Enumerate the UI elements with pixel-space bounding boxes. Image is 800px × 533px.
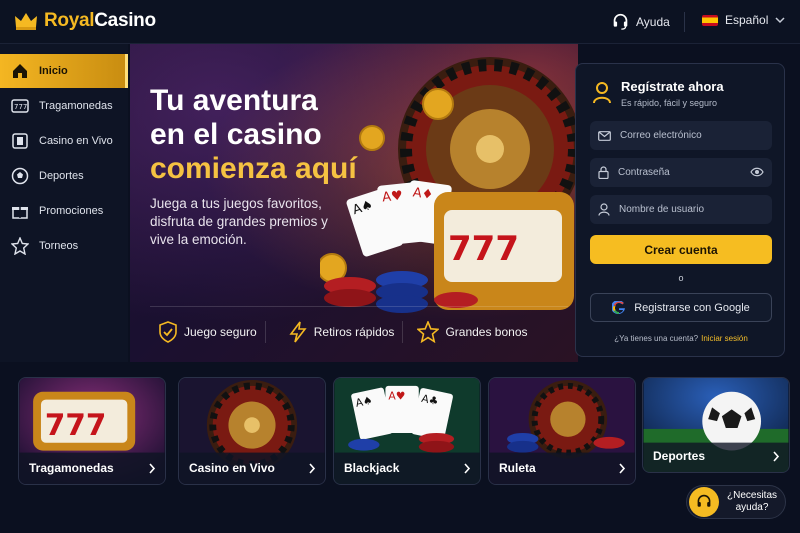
feature-label: Juego seguro: [184, 324, 257, 339]
hero-title-line-2: en el casino: [150, 118, 322, 151]
brand-name: RoyalCasino: [44, 10, 156, 31]
chevron-right-icon: [464, 463, 471, 474]
live-casino-icon: [11, 132, 29, 150]
register-title: Regístrate ahora: [621, 79, 724, 94]
help-chat-button[interactable]: ¿Necesitas ayuda?: [686, 485, 786, 519]
category-card-deportes[interactable]: Deportes: [642, 377, 790, 473]
language-selector[interactable]: Español: [702, 13, 785, 27]
lock-icon: [598, 166, 609, 179]
feature-label: Grandes bonos: [445, 324, 528, 339]
header-divider: [684, 12, 685, 32]
category-card-tragamonedas[interactable]: 777 Tragamonedas: [18, 377, 166, 485]
hero-subtitle: Juega a tus juegos favoritos, disfruta d…: [150, 196, 328, 247]
hero-title: Tu aventura en el casino comienza aquí: [150, 84, 357, 186]
spain-flag-icon: [702, 14, 718, 26]
star-icon: [417, 320, 440, 343]
soccer-ball-icon: [11, 167, 29, 185]
category-card-casino-en-vivo[interactable]: Casino en Vivo: [178, 377, 326, 485]
google-signup-button[interactable]: Registrarse con Google: [590, 293, 772, 322]
headset-icon: [613, 13, 628, 30]
user-icon: [593, 82, 611, 104]
email-placeholder: Correo electrónico: [620, 130, 702, 141]
register-panel: Regístrate ahora Es rápido, fácil y segu…: [575, 63, 785, 357]
casino-hero-illustration: A♠ A♥ A♦ 777: [320, 57, 578, 313]
sidebar-item-label: Torneos: [39, 240, 79, 252]
card-label: Casino en Vivo: [189, 461, 275, 475]
sidebar-item-inicio[interactable]: Inicio: [0, 54, 128, 88]
svg-text:A♥: A♥: [381, 188, 403, 205]
chevron-right-icon: [773, 451, 780, 462]
hero-title-line-1: Tu aventura: [150, 84, 318, 117]
username-field[interactable]: Nombre de usuario: [590, 195, 772, 224]
or-divider: o: [678, 273, 684, 283]
google-button-label: Registrarse con Google: [634, 301, 750, 314]
help-bubble-text: ¿Necesitas ayuda?: [727, 490, 777, 514]
hero-title-line-3: comienza aquí: [150, 152, 357, 185]
login-prompt: ¿Ya tienes una cuenta? Iniciar sesión: [590, 334, 772, 343]
headset-icon: [689, 487, 719, 517]
help-bubble-line-2: ayuda?: [735, 502, 769, 513]
card-label: Deportes: [653, 449, 706, 463]
help-link[interactable]: Ayuda: [612, 13, 670, 30]
hero-features: Juego seguro Retiros rápidos Grandes bon…: [150, 306, 568, 356]
sidebar-item-label: Inicio: [39, 65, 68, 77]
user-small-icon: [598, 203, 610, 216]
password-placeholder: Contraseña: [618, 167, 670, 178]
feature-label: Retiros rápidos: [313, 324, 395, 339]
lightning-icon: [289, 321, 307, 342]
crown-icon: [15, 13, 37, 30]
sidebar: Inicio 777 Tragamonedas Casino en Vivo D…: [0, 44, 128, 362]
google-icon: [612, 300, 626, 314]
login-link[interactable]: Iniciar sesión: [701, 334, 748, 343]
feature-grandes-bonos: Grandes bonos: [402, 320, 535, 343]
help-label: Ayuda: [636, 14, 670, 29]
chevron-down-icon: [775, 17, 785, 24]
help-bubble-line-1: ¿Necesitas: [727, 490, 778, 501]
mail-icon: [598, 130, 611, 141]
chevron-right-icon: [149, 463, 156, 474]
svg-text:777: 777: [448, 229, 519, 269]
star-icon: [11, 237, 29, 255]
sidebar-item-torneos[interactable]: Torneos: [0, 229, 128, 263]
register-subtitle: Es rápido, fácil y seguro: [621, 98, 718, 108]
logo[interactable]: RoyalCasino: [14, 10, 156, 32]
sidebar-item-label: Tragamonedas: [39, 100, 113, 112]
sidebar-item-promociones[interactable]: Promociones: [0, 194, 128, 228]
sidebar-item-label: Promociones: [39, 205, 104, 217]
shield-check-icon: [159, 320, 177, 343]
sidebar-item-label: Deportes: [39, 170, 84, 182]
language-label: Español: [725, 13, 769, 27]
svg-text:A♥: A♥: [388, 390, 405, 403]
create-account-button[interactable]: Crear cuenta: [590, 235, 772, 264]
category-card-blackjack[interactable]: A♠ A♥ A♣ Blackjack: [333, 377, 481, 485]
top-header: RoyalCasino Ayuda Español: [0, 0, 800, 44]
feature-juego-seguro: Juego seguro: [150, 320, 265, 343]
username-placeholder: Nombre de usuario: [619, 204, 705, 215]
svg-text:777: 777: [45, 408, 106, 442]
gift-icon: [11, 202, 29, 220]
chevron-right-icon: [309, 463, 316, 474]
sidebar-item-tragamonedas[interactable]: 777 Tragamonedas: [0, 89, 128, 123]
sidebar-item-label: Casino en Vivo: [39, 135, 113, 147]
card-label: Blackjack: [344, 461, 400, 475]
eye-icon[interactable]: [750, 166, 764, 178]
card-label: Tragamonedas: [29, 461, 114, 475]
hero-banner: A♠ A♥ A♦ 777 Tu aventura en el casino co…: [130, 44, 578, 362]
chevron-right-icon: [619, 463, 626, 474]
slot-machine-icon: 777: [11, 97, 29, 115]
category-card-ruleta[interactable]: Ruleta: [488, 377, 636, 485]
svg-text:A♦: A♦: [412, 185, 434, 203]
home-icon: [11, 62, 29, 80]
email-field[interactable]: Correo electrónico: [590, 121, 772, 150]
login-prompt-text: ¿Ya tienes una cuenta?: [614, 334, 699, 343]
card-label: Ruleta: [499, 461, 536, 475]
svg-text:777: 777: [14, 103, 27, 111]
sidebar-item-casino-en-vivo[interactable]: Casino en Vivo: [0, 124, 128, 158]
sidebar-item-deportes[interactable]: Deportes: [0, 159, 128, 193]
password-field[interactable]: Contraseña: [590, 158, 772, 187]
feature-retiros-rapidos: Retiros rápidos: [264, 320, 403, 343]
